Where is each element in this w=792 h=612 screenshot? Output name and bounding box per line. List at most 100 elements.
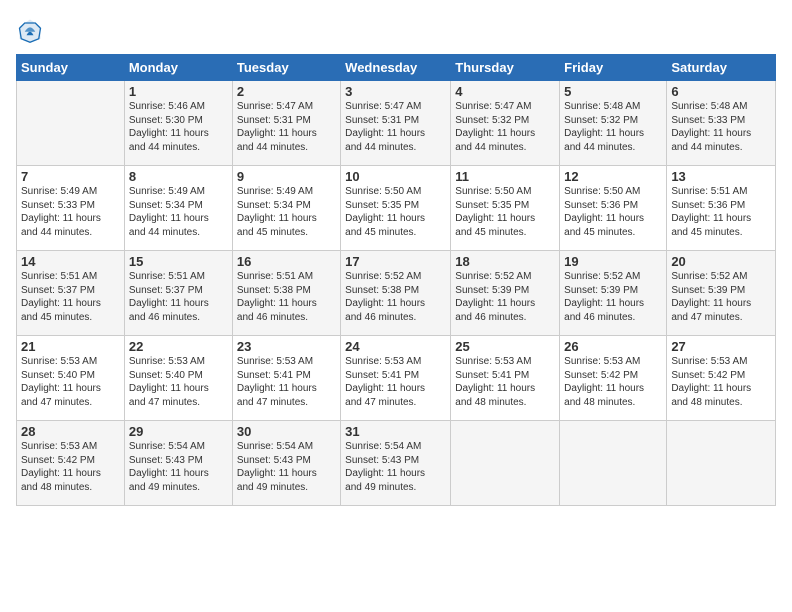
weekday-header: Sunday — [17, 55, 125, 81]
calendar-week-row: 21Sunrise: 5:53 AMSunset: 5:40 PMDayligh… — [17, 336, 776, 421]
day-number: 26 — [564, 339, 662, 354]
day-info: Sunrise: 5:49 AMSunset: 5:33 PMDaylight:… — [21, 185, 120, 239]
calendar-container: SundayMondayTuesdayWednesdayThursdayFrid… — [0, 0, 792, 612]
day-number: 14 — [21, 254, 120, 269]
calendar-cell — [17, 81, 125, 166]
day-number: 31 — [345, 424, 446, 439]
calendar-cell: 16Sunrise: 5:51 AMSunset: 5:38 PMDayligh… — [232, 251, 340, 336]
day-number: 30 — [237, 424, 336, 439]
calendar-cell: 21Sunrise: 5:53 AMSunset: 5:40 PMDayligh… — [17, 336, 125, 421]
day-info: Sunrise: 5:54 AMSunset: 5:43 PMDaylight:… — [129, 440, 228, 494]
calendar-cell: 20Sunrise: 5:52 AMSunset: 5:39 PMDayligh… — [667, 251, 776, 336]
calendar-cell: 17Sunrise: 5:52 AMSunset: 5:38 PMDayligh… — [341, 251, 451, 336]
day-info: Sunrise: 5:50 AMSunset: 5:35 PMDaylight:… — [345, 185, 446, 239]
calendar-cell: 19Sunrise: 5:52 AMSunset: 5:39 PMDayligh… — [560, 251, 667, 336]
day-info: Sunrise: 5:52 AMSunset: 5:38 PMDaylight:… — [345, 270, 446, 324]
day-info: Sunrise: 5:53 AMSunset: 5:42 PMDaylight:… — [671, 355, 771, 409]
calendar-week-row: 28Sunrise: 5:53 AMSunset: 5:42 PMDayligh… — [17, 421, 776, 506]
weekday-header: Monday — [124, 55, 232, 81]
day-number: 6 — [671, 84, 771, 99]
weekday-header: Wednesday — [341, 55, 451, 81]
day-number: 18 — [455, 254, 555, 269]
calendar-cell: 26Sunrise: 5:53 AMSunset: 5:42 PMDayligh… — [560, 336, 667, 421]
calendar-cell: 13Sunrise: 5:51 AMSunset: 5:36 PMDayligh… — [667, 166, 776, 251]
day-info: Sunrise: 5:53 AMSunset: 5:40 PMDaylight:… — [21, 355, 120, 409]
day-number: 28 — [21, 424, 120, 439]
calendar-cell: 25Sunrise: 5:53 AMSunset: 5:41 PMDayligh… — [451, 336, 560, 421]
day-info: Sunrise: 5:47 AMSunset: 5:31 PMDaylight:… — [237, 100, 336, 154]
calendar-week-row: 1Sunrise: 5:46 AMSunset: 5:30 PMDaylight… — [17, 81, 776, 166]
day-number: 22 — [129, 339, 228, 354]
day-info: Sunrise: 5:54 AMSunset: 5:43 PMDaylight:… — [345, 440, 446, 494]
day-info: Sunrise: 5:53 AMSunset: 5:42 PMDaylight:… — [21, 440, 120, 494]
logo — [16, 16, 48, 44]
day-number: 3 — [345, 84, 446, 99]
day-info: Sunrise: 5:51 AMSunset: 5:37 PMDaylight:… — [21, 270, 120, 324]
calendar-cell: 30Sunrise: 5:54 AMSunset: 5:43 PMDayligh… — [232, 421, 340, 506]
day-info: Sunrise: 5:47 AMSunset: 5:32 PMDaylight:… — [455, 100, 555, 154]
day-number: 13 — [671, 169, 771, 184]
weekday-header: Thursday — [451, 55, 560, 81]
day-info: Sunrise: 5:47 AMSunset: 5:31 PMDaylight:… — [345, 100, 446, 154]
calendar-header-row: SundayMondayTuesdayWednesdayThursdayFrid… — [17, 55, 776, 81]
day-info: Sunrise: 5:51 AMSunset: 5:36 PMDaylight:… — [671, 185, 771, 239]
day-info: Sunrise: 5:53 AMSunset: 5:41 PMDaylight:… — [455, 355, 555, 409]
day-number: 20 — [671, 254, 771, 269]
calendar-cell — [667, 421, 776, 506]
weekday-header: Saturday — [667, 55, 776, 81]
weekday-header: Tuesday — [232, 55, 340, 81]
day-info: Sunrise: 5:51 AMSunset: 5:38 PMDaylight:… — [237, 270, 336, 324]
day-number: 29 — [129, 424, 228, 439]
day-number: 19 — [564, 254, 662, 269]
calendar-cell: 24Sunrise: 5:53 AMSunset: 5:41 PMDayligh… — [341, 336, 451, 421]
calendar-table: SundayMondayTuesdayWednesdayThursdayFrid… — [16, 54, 776, 506]
calendar-cell: 15Sunrise: 5:51 AMSunset: 5:37 PMDayligh… — [124, 251, 232, 336]
day-info: Sunrise: 5:53 AMSunset: 5:42 PMDaylight:… — [564, 355, 662, 409]
calendar-cell: 23Sunrise: 5:53 AMSunset: 5:41 PMDayligh… — [232, 336, 340, 421]
weekday-header: Friday — [560, 55, 667, 81]
day-number: 10 — [345, 169, 446, 184]
day-info: Sunrise: 5:52 AMSunset: 5:39 PMDaylight:… — [564, 270, 662, 324]
calendar-cell: 4Sunrise: 5:47 AMSunset: 5:32 PMDaylight… — [451, 81, 560, 166]
day-number: 1 — [129, 84, 228, 99]
calendar-cell: 29Sunrise: 5:54 AMSunset: 5:43 PMDayligh… — [124, 421, 232, 506]
calendar-cell: 14Sunrise: 5:51 AMSunset: 5:37 PMDayligh… — [17, 251, 125, 336]
day-info: Sunrise: 5:49 AMSunset: 5:34 PMDaylight:… — [237, 185, 336, 239]
calendar-cell: 18Sunrise: 5:52 AMSunset: 5:39 PMDayligh… — [451, 251, 560, 336]
day-number: 16 — [237, 254, 336, 269]
calendar-cell: 27Sunrise: 5:53 AMSunset: 5:42 PMDayligh… — [667, 336, 776, 421]
day-info: Sunrise: 5:50 AMSunset: 5:36 PMDaylight:… — [564, 185, 662, 239]
day-info: Sunrise: 5:48 AMSunset: 5:33 PMDaylight:… — [671, 100, 771, 154]
day-info: Sunrise: 5:50 AMSunset: 5:35 PMDaylight:… — [455, 185, 555, 239]
calendar-cell: 7Sunrise: 5:49 AMSunset: 5:33 PMDaylight… — [17, 166, 125, 251]
day-info: Sunrise: 5:52 AMSunset: 5:39 PMDaylight:… — [671, 270, 771, 324]
day-number: 15 — [129, 254, 228, 269]
calendar-cell — [560, 421, 667, 506]
day-number: 23 — [237, 339, 336, 354]
page-header — [16, 16, 776, 44]
calendar-cell: 31Sunrise: 5:54 AMSunset: 5:43 PMDayligh… — [341, 421, 451, 506]
day-number: 11 — [455, 169, 555, 184]
calendar-cell: 22Sunrise: 5:53 AMSunset: 5:40 PMDayligh… — [124, 336, 232, 421]
day-info: Sunrise: 5:48 AMSunset: 5:32 PMDaylight:… — [564, 100, 662, 154]
day-number: 5 — [564, 84, 662, 99]
day-number: 7 — [21, 169, 120, 184]
calendar-cell: 9Sunrise: 5:49 AMSunset: 5:34 PMDaylight… — [232, 166, 340, 251]
day-info: Sunrise: 5:52 AMSunset: 5:39 PMDaylight:… — [455, 270, 555, 324]
day-info: Sunrise: 5:49 AMSunset: 5:34 PMDaylight:… — [129, 185, 228, 239]
day-number: 24 — [345, 339, 446, 354]
day-info: Sunrise: 5:53 AMSunset: 5:41 PMDaylight:… — [345, 355, 446, 409]
calendar-week-row: 7Sunrise: 5:49 AMSunset: 5:33 PMDaylight… — [17, 166, 776, 251]
calendar-cell: 3Sunrise: 5:47 AMSunset: 5:31 PMDaylight… — [341, 81, 451, 166]
calendar-cell: 11Sunrise: 5:50 AMSunset: 5:35 PMDayligh… — [451, 166, 560, 251]
logo-icon — [16, 16, 44, 44]
day-number: 25 — [455, 339, 555, 354]
day-number: 12 — [564, 169, 662, 184]
day-number: 17 — [345, 254, 446, 269]
day-info: Sunrise: 5:46 AMSunset: 5:30 PMDaylight:… — [129, 100, 228, 154]
day-info: Sunrise: 5:53 AMSunset: 5:41 PMDaylight:… — [237, 355, 336, 409]
day-number: 9 — [237, 169, 336, 184]
day-number: 27 — [671, 339, 771, 354]
day-info: Sunrise: 5:54 AMSunset: 5:43 PMDaylight:… — [237, 440, 336, 494]
day-info: Sunrise: 5:53 AMSunset: 5:40 PMDaylight:… — [129, 355, 228, 409]
